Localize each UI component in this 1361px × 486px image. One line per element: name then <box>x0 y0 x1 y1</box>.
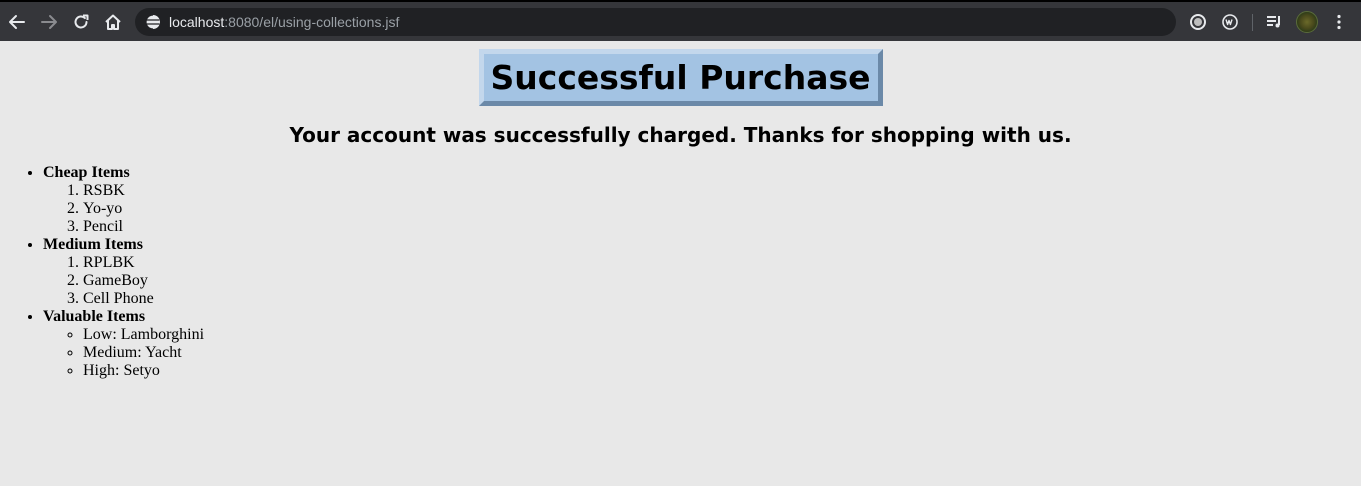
menu-kebab-icon[interactable] <box>1327 10 1351 34</box>
back-arrow-icon[interactable] <box>4 9 30 35</box>
valuable-items-list: Low: Lamborghini Medium: Yacht High: Set… <box>43 326 204 380</box>
medium-items-list: RPLBK GameBoy Cell Phone <box>43 254 204 308</box>
url-path: :8080/el/using-collections.jsf <box>224 14 400 30</box>
list-item: Yo-yo <box>83 200 204 218</box>
list-item: High: Setyo <box>83 362 204 380</box>
forward-arrow-icon[interactable] <box>36 9 62 35</box>
list-item: RSBK <box>83 182 204 200</box>
cheap-items-list: RSBK Yo-yo Pencil <box>43 182 204 236</box>
category-item-cheap: Cheap Items RSBK Yo-yo Pencil <box>43 164 204 236</box>
reload-icon[interactable] <box>68 9 94 35</box>
category-label: Cheap Items <box>43 164 130 181</box>
media-control-icon[interactable] <box>1262 10 1286 34</box>
category-label: Medium Items <box>43 236 143 253</box>
address-bar[interactable]: localhost:8080/el/using-collections.jsf <box>135 8 1176 36</box>
category-item-valuable: Valuable Items Low: Lamborghini Medium: … <box>43 308 204 380</box>
page-subtitle: Your account was successfully charged. T… <box>289 123 1072 147</box>
list-item: Cell Phone <box>83 290 204 308</box>
item-lists: Cheap Items RSBK Yo-yo Pencil Medium Ite… <box>0 164 204 380</box>
category-list: Cheap Items RSBK Yo-yo Pencil Medium Ite… <box>0 164 204 380</box>
list-item: Pencil <box>83 218 204 236</box>
list-item: Low: Lamborghini <box>83 326 204 344</box>
list-item: RPLBK <box>83 254 204 272</box>
record-extension-icon[interactable] <box>1186 10 1210 34</box>
list-item: Medium: Yacht <box>83 344 204 362</box>
page-title: Successful Purchase <box>478 49 883 106</box>
page-content: Successful Purchase Your account was suc… <box>0 41 1361 486</box>
w-extension-icon[interactable] <box>1218 10 1242 34</box>
category-label: Valuable Items <box>43 308 146 325</box>
title-wrapper: Successful Purchase <box>0 49 1361 106</box>
category-item-medium: Medium Items RPLBK GameBoy Cell Phone <box>43 236 204 308</box>
home-icon[interactable] <box>100 9 126 35</box>
list-item: GameBoy <box>83 272 204 290</box>
profile-avatar[interactable] <box>1296 11 1318 33</box>
site-info-icon[interactable] <box>145 14 161 30</box>
toolbar-separator <box>1252 14 1253 31</box>
browser-toolbar: localhost:8080/el/using-collections.jsf <box>0 0 1361 41</box>
url-host: localhost <box>169 14 225 30</box>
